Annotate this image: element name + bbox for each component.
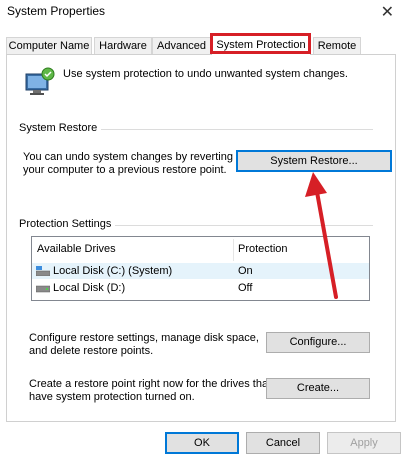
ok-button[interactable]: OK [165, 432, 239, 454]
drive-protection: Off [238, 282, 253, 294]
apply-button[interactable]: Apply [327, 432, 401, 454]
tab-computer-name[interactable]: Computer Name [6, 37, 92, 54]
drive-icon [36, 285, 50, 293]
drive-name: Local Disk (C:) (System) [53, 265, 173, 277]
create-button[interactable]: Create... [266, 378, 370, 399]
create-desc-line1: Create a restore point right now for the… [29, 378, 272, 390]
intro-text: Use system protection to undo unwanted s… [63, 68, 348, 80]
configure-desc-line2: and delete restore points. [29, 345, 154, 357]
system-restore-button[interactable]: System Restore... [236, 150, 392, 172]
column-protection[interactable]: Protection [238, 237, 288, 261]
drive-protection: On [238, 265, 253, 277]
cancel-button[interactable]: Cancel [246, 432, 320, 454]
system-computer-icon [25, 67, 55, 95]
tab-system-protection[interactable]: System Protection [211, 35, 311, 55]
tab-advanced[interactable]: Advanced [152, 37, 211, 54]
drives-list[interactable]: Available Drives Protection Local Disk (… [31, 236, 370, 301]
column-separator [233, 239, 234, 261]
system-drive-icon [36, 266, 50, 276]
system-restore-description: You can undo system changes by reverting… [23, 151, 233, 177]
column-available-drives[interactable]: Available Drives [37, 237, 116, 261]
configure-desc-line1: Configure restore settings, manage disk … [29, 332, 259, 344]
create-desc-line2: have system protection turned on. [29, 391, 195, 403]
tab-hardware[interactable]: Hardware [94, 37, 152, 54]
title-bar: System Properties ✕ [0, 0, 406, 30]
drive-row-c[interactable]: Local Disk (C:) (System) On [32, 263, 369, 279]
create-description: Create a restore point right now for the… [29, 378, 271, 404]
restore-desc-line2: your computer to a previous restore poin… [23, 164, 227, 176]
drive-name: Local Disk (D:) [53, 282, 126, 294]
configure-button[interactable]: Configure... [266, 332, 370, 353]
window-title: System Properties [7, 4, 106, 18]
restore-desc-line1: You can undo system changes by reverting [23, 151, 233, 163]
protection-settings-group-label: Protection Settings [19, 218, 116, 230]
tab-remote[interactable]: Remote [313, 37, 361, 54]
tab-strip: Computer Name Hardware Advanced System P… [0, 35, 406, 55]
drive-row-d[interactable]: Local Disk (D:) Off [32, 280, 369, 296]
close-icon[interactable]: ✕ [381, 2, 394, 22]
configure-description: Configure restore settings, manage disk … [29, 332, 259, 358]
system-restore-group-label: System Restore [19, 122, 102, 134]
